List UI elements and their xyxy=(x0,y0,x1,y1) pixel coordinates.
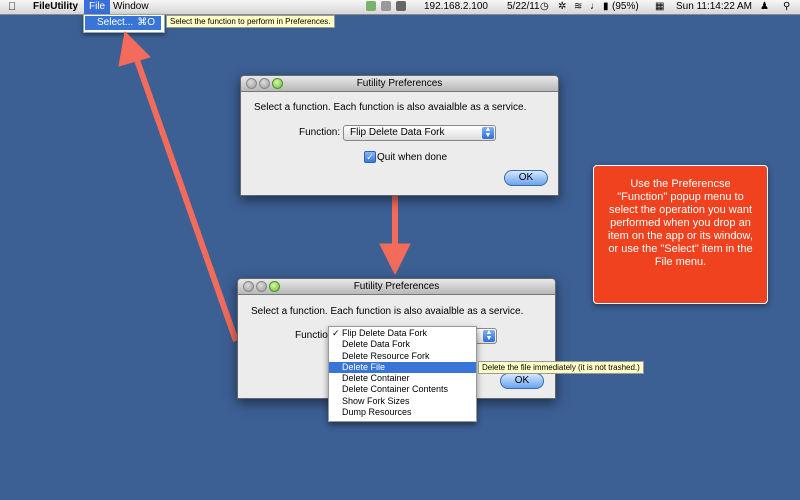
popup-item-show-fork-sizes[interactable]: Show Fork Sizes xyxy=(329,396,476,407)
window-title: Futility Preferences xyxy=(353,281,440,292)
function-popup-value: Flip Delete Data Fork xyxy=(350,127,445,138)
popup-item-delete-resource-fork[interactable]: Delete Resource Fork xyxy=(329,351,476,362)
popup-item-label: Delete Resource Fork xyxy=(342,351,430,361)
zoom-button[interactable] xyxy=(269,281,280,292)
function-popup[interactable]: Flip Delete Data Fork ▲ ▼ xyxy=(343,125,496,141)
popup-item-dump-resources[interactable]: Dump Resources xyxy=(329,407,476,418)
arrow-to-menu-line xyxy=(134,59,239,342)
minimize-button[interactable] xyxy=(259,78,270,89)
ok-button[interactable]: OK xyxy=(504,170,548,186)
popup-item-label: Dump Resources xyxy=(342,407,412,417)
popup-item-label: Flip Delete Data Fork xyxy=(342,328,428,338)
description-text: Select a function. Each function is also… xyxy=(254,102,527,113)
window-titlebar[interactable]: Futility Preferences xyxy=(241,76,558,92)
popup-arrows-icon: ▲ ▼ xyxy=(482,126,494,139)
popup-arrows-icon: ▲ ▼ xyxy=(483,329,495,342)
zoom-button[interactable] xyxy=(272,78,283,89)
close-button[interactable] xyxy=(243,281,254,292)
preferences-window-top: Futility Preferences Select a function. … xyxy=(240,75,559,196)
popup-item-label: Delete Container xyxy=(342,373,410,383)
window-titlebar[interactable]: Futility Preferences xyxy=(238,279,555,295)
arrow-to-menu-head xyxy=(118,30,151,67)
quit-when-done-checkbox[interactable]: ✓ xyxy=(364,151,376,163)
instruction-note-text: Use the Preferencse "Function" popup men… xyxy=(608,178,753,268)
popup-item-label: Delete Container Contents xyxy=(342,384,449,394)
ok-button[interactable]: OK xyxy=(500,373,544,389)
minimize-button[interactable] xyxy=(256,281,267,292)
instruction-note: Use the Preferencse "Function" popup men… xyxy=(593,165,768,304)
popup-item-label: Delete File xyxy=(342,362,386,372)
delete-file-tooltip: Delete the file immediately (it is not t… xyxy=(478,361,644,374)
function-popup-menu: ✓ Flip Delete Data Fork Delete Data Fork… xyxy=(328,326,477,422)
popup-item-delete-data-fork[interactable]: Delete Data Fork xyxy=(329,339,476,350)
checkmark-icon: ✓ xyxy=(332,328,340,338)
popup-item-flip-delete-data-fork[interactable]: ✓ Flip Delete Data Fork xyxy=(329,328,476,339)
popup-item-delete-container-contents[interactable]: Delete Container Contents xyxy=(329,384,476,395)
close-button[interactable] xyxy=(246,78,257,89)
popup-item-delete-container[interactable]: Delete Container xyxy=(329,373,476,384)
popup-item-delete-file[interactable]: Delete File xyxy=(329,362,476,373)
window-title: Futility Preferences xyxy=(356,78,443,89)
popup-item-label: Delete Data Fork xyxy=(342,339,411,349)
popup-item-label: Show Fork Sizes xyxy=(342,396,410,406)
arrow-down-head xyxy=(379,243,411,276)
description-text: Select a function. Each function is also… xyxy=(251,306,524,317)
quit-when-done-label: Quit when done xyxy=(377,152,448,163)
function-label: Function: xyxy=(299,127,341,138)
